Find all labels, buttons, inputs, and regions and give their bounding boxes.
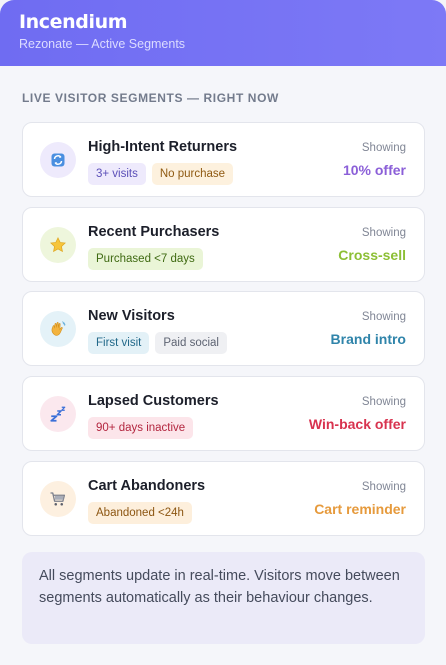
segment-tag: 90+ days inactive	[88, 417, 194, 439]
segment-name: Cart Abandoners	[88, 478, 206, 494]
brand-logo: Incendium	[19, 11, 128, 33]
panel-subtitle: Rezonate — Active Segments	[19, 37, 186, 51]
segment-tags: 90+ days inactive	[88, 417, 194, 439]
waving-hand-icon	[40, 311, 76, 347]
segment-card[interactable]: New Visitors First visit Paid social Showin…	[22, 291, 425, 366]
showing-label: Showing	[361, 481, 406, 493]
segment-tags: 3+ visits No purchase	[88, 163, 234, 185]
panel-header: Incendium Rezonate — Active Segments	[0, 0, 446, 66]
showing-label: Showing	[361, 311, 406, 323]
segment-tag: First visit	[88, 332, 150, 354]
info-note: All segments update in real-time. Visito…	[22, 552, 425, 644]
segment-card[interactable]: High-Intent Returners 3+ visits No purchas…	[22, 122, 425, 197]
segment-offer: Cross-sell	[338, 247, 406, 263]
sleep-icon	[40, 396, 76, 432]
segment-tag: Purchased <7 days	[88, 248, 203, 270]
showing-label: Showing	[361, 142, 406, 154]
segment-tags: First visit Paid social	[88, 332, 227, 354]
refresh-icon	[40, 142, 76, 178]
segment-name: Lapsed Customers	[88, 393, 219, 409]
showing-label: Showing	[361, 227, 406, 239]
segment-offer: 10% offer	[342, 162, 406, 178]
segment-tag: Abandoned <24h	[88, 502, 192, 524]
segment-tags: Purchased <7 days	[88, 248, 203, 270]
segments-panel: Incendium Rezonate — Active Segments LIV…	[0, 0, 446, 665]
segment-offer: Win-back offer	[308, 416, 406, 432]
star-icon	[40, 227, 76, 263]
segment-name: New Visitors	[88, 308, 175, 324]
segment-card[interactable]: Cart Abandoners Abandoned <24h Showing Cart…	[22, 461, 425, 536]
segment-tags: Abandoned <24h	[88, 502, 192, 524]
segment-tag: 3+ visits	[88, 163, 146, 185]
segment-tag: No purchase	[151, 163, 234, 185]
segment-offer: Cart reminder	[314, 501, 406, 517]
segment-name: High-Intent Returners	[88, 139, 238, 155]
segment-name: Recent Purchasers	[88, 224, 220, 240]
segment-offer: Brand intro	[330, 331, 406, 347]
segment-card[interactable]: Recent Purchasers Purchased <7 days Showin…	[22, 207, 425, 282]
showing-label: Showing	[361, 396, 406, 408]
segment-card[interactable]: Lapsed Customers 90+ days inactive Showing…	[22, 376, 425, 451]
section-title: LIVE VISITOR SEGMENTS — RIGHT NOW	[22, 91, 279, 105]
segment-tag: Paid social	[155, 332, 227, 354]
shopping-cart-icon	[40, 481, 76, 517]
